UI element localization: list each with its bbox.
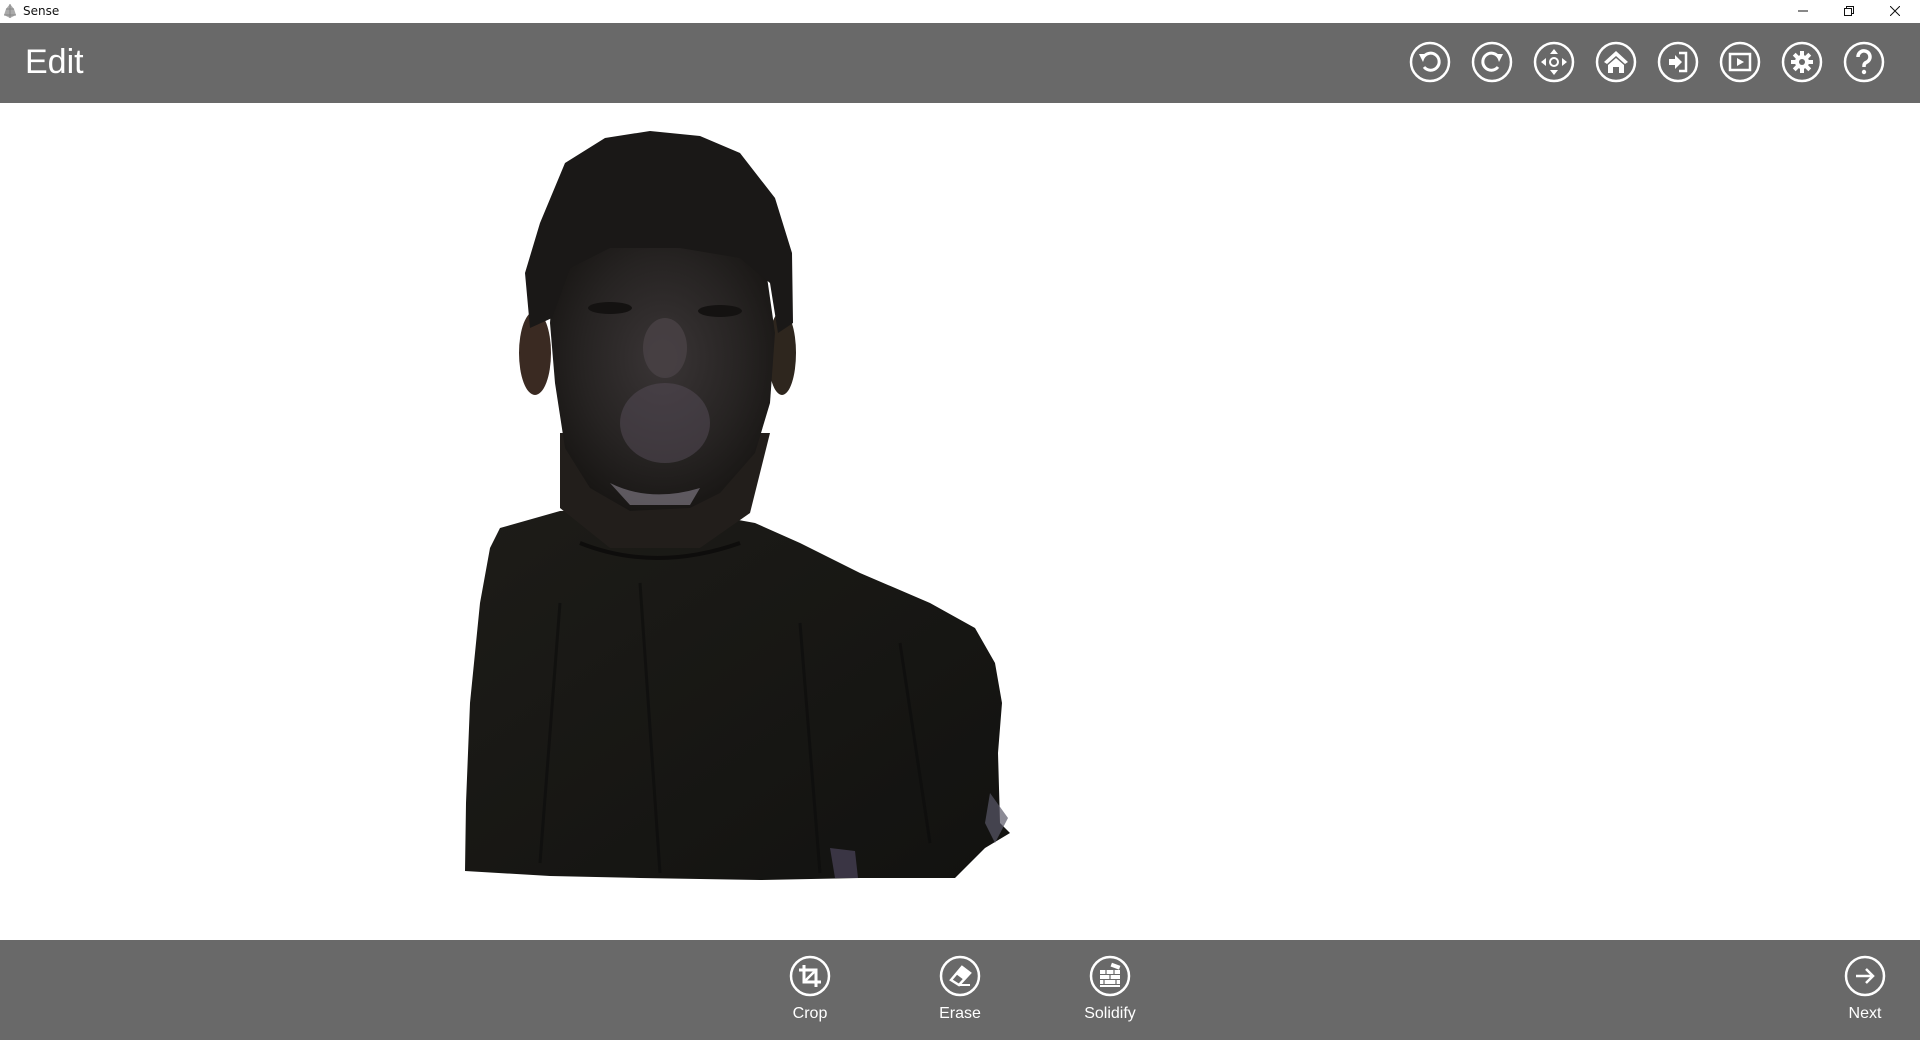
restore-icon	[1844, 6, 1854, 16]
import-icon	[1657, 41, 1699, 83]
crop-button[interactable]: Crop	[765, 955, 855, 1035]
home-button[interactable]	[1595, 41, 1637, 83]
app-header: Edit	[0, 23, 1920, 103]
eraser-icon	[939, 955, 981, 997]
solidify-icon	[1089, 955, 1131, 997]
minimize-button[interactable]	[1780, 0, 1826, 22]
solidify-label: Solidify	[1084, 1005, 1136, 1022]
close-icon	[1890, 6, 1900, 16]
close-button[interactable]	[1872, 0, 1918, 22]
settings-button[interactable]	[1781, 41, 1823, 83]
window-title-bar: Sense	[0, 0, 1920, 23]
crop-icon	[789, 955, 831, 997]
3d-viewport[interactable]	[0, 103, 1920, 940]
scanned-bust-model[interactable]	[0, 103, 1920, 940]
restore-button[interactable]	[1826, 0, 1872, 22]
play-button[interactable]	[1719, 41, 1761, 83]
move-button[interactable]	[1533, 41, 1575, 83]
app-title: Sense	[23, 4, 60, 18]
erase-button[interactable]: Erase	[915, 955, 1005, 1035]
help-icon	[1843, 41, 1885, 83]
model-right-eye	[698, 305, 742, 317]
help-button[interactable]	[1843, 41, 1885, 83]
arrow-right-icon	[1844, 955, 1886, 997]
home-icon	[1595, 41, 1637, 83]
model-nose	[643, 318, 687, 378]
crop-label: Crop	[792, 1005, 828, 1022]
redo-icon	[1471, 41, 1513, 83]
redo-button[interactable]	[1471, 41, 1513, 83]
page-title: Edit	[25, 43, 84, 81]
bottom-toolbar: Crop Erase Solidify Next	[0, 940, 1920, 1040]
model-mouth	[620, 383, 710, 463]
import-button[interactable]	[1657, 41, 1699, 83]
model-left-eye	[588, 302, 632, 314]
solidify-button[interactable]: Solidify	[1065, 955, 1155, 1035]
erase-label: Erase	[939, 1005, 981, 1022]
gear-icon	[1781, 41, 1823, 83]
move-icon	[1533, 41, 1575, 83]
play-icon	[1719, 41, 1761, 83]
next-label: Next	[1848, 1005, 1882, 1022]
undo-icon	[1409, 41, 1451, 83]
minimize-icon	[1798, 10, 1808, 12]
next-button[interactable]: Next	[1820, 955, 1910, 1035]
undo-button[interactable]	[1409, 41, 1451, 83]
sense-logo-icon	[4, 4, 16, 18]
